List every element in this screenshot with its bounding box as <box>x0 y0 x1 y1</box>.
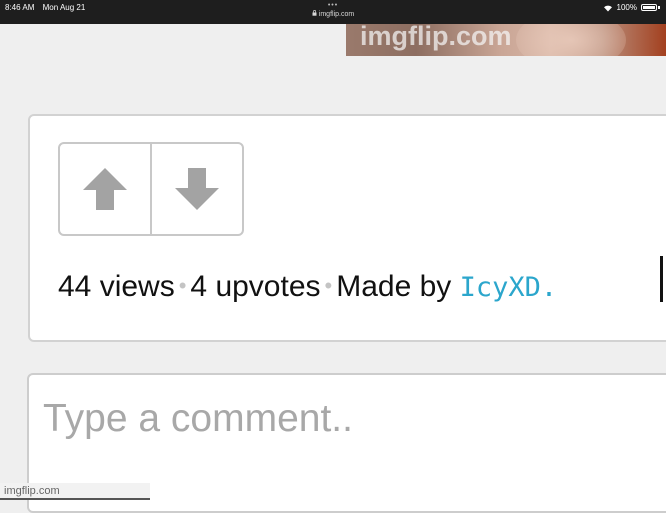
separator: • <box>324 273 333 298</box>
battery-percent: 100% <box>616 3 637 12</box>
watermark-top: imgflip.com <box>360 24 512 51</box>
battery-tip <box>658 6 660 9</box>
made-by-label: Made by <box>336 270 452 303</box>
meme-image[interactable]: imgflip.com <box>346 24 666 56</box>
address-url: imgflip.com <box>318 11 355 18</box>
multitask-dots[interactable]: ••• <box>0 1 666 10</box>
watermark-bottom: imgflip.com <box>0 483 150 500</box>
vote-buttons <box>58 142 244 236</box>
wifi-icon <box>603 4 613 12</box>
arrow-up-icon <box>83 168 127 210</box>
post-stats: 44 views • 4 upvotes • Made by IcyXD. <box>58 270 557 304</box>
address-bar[interactable]: imgflip.com <box>0 10 666 19</box>
watermark-bottom-text: imgflip.com <box>4 485 60 497</box>
text-cursor <box>660 256 663 302</box>
status-right: 100% <box>603 3 660 12</box>
battery-icon <box>641 4 657 11</box>
arrow-down-icon <box>175 168 219 210</box>
status-center: ••• imgflip.com <box>0 1 666 19</box>
upvote-button[interactable] <box>60 144 150 234</box>
views-count: 44 views <box>58 270 175 303</box>
upvotes-count: 4 upvotes <box>190 270 321 303</box>
vote-panel: 44 views • 4 upvotes • Made by IcyXD. <box>28 114 666 342</box>
separator: • <box>178 273 187 298</box>
comment-input[interactable] <box>43 389 643 449</box>
status-bar: 8:46 AM Mon Aug 21 ••• imgflip.com 100% <box>0 0 666 24</box>
downvote-button[interactable] <box>150 144 242 234</box>
author-link[interactable]: IcyXD. <box>460 272 558 303</box>
lock-icon <box>312 10 317 19</box>
